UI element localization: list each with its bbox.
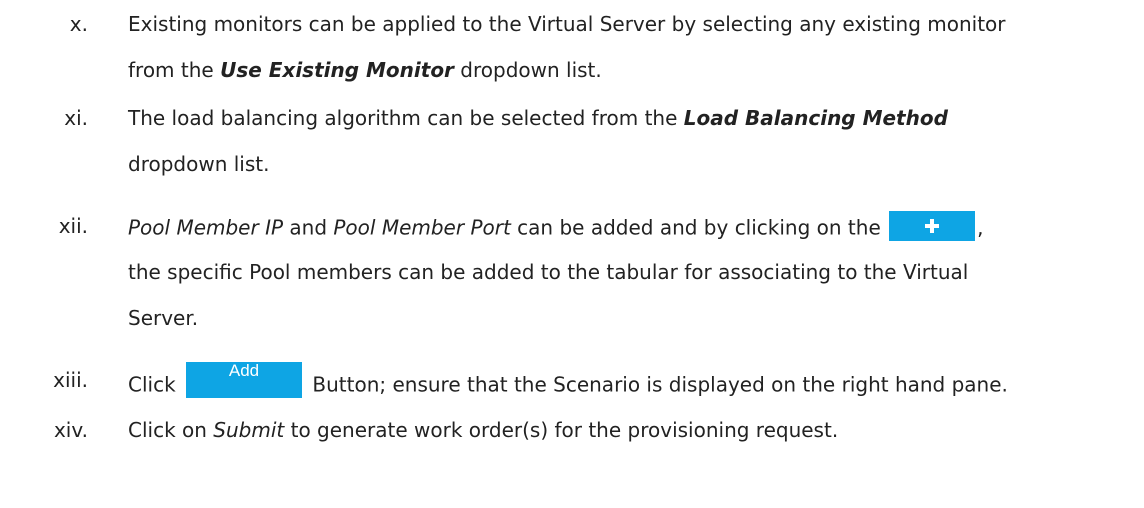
item-text-line: Server. [128,306,198,330]
text-segment: dropdown list. [128,152,270,176]
ui-term-pool-member-port: Pool Member Port [333,215,511,240]
item-text-line: dropdown list. [128,152,269,176]
item-text-line: Existing monitors can be applied to the … [128,12,1006,36]
item-number: xiii. [53,368,88,392]
text-segment: Click on [128,418,214,442]
add-button[interactable]: Add [186,362,303,398]
item-number: xii. [58,214,88,238]
text-segment: Click [128,372,183,397]
item-text-line: Click on Submit to generate work order(s… [128,418,838,442]
text-segment: to generate work order(s) for the provis… [284,418,839,442]
text-segment: Server. [128,306,199,330]
ui-term-load-balancing-method: Load Balancing Method [683,106,948,130]
item-text-line: Pool Member IP and Pool Member Port can … [128,211,984,244]
text-segment: dropdown list. [453,58,602,82]
text-segment: the specific Pool members can be added t… [128,260,969,284]
item-number: x. [69,12,88,36]
item-number: xiv. [53,418,88,442]
item-text-line: The load balancing algorithm can be sele… [128,106,948,130]
text-segment: can be added and by clicking on the [510,215,888,240]
text-segment: from the [128,58,221,82]
ui-term-use-existing-monitor: Use Existing Monitor [220,58,454,82]
text-segment: The load balancing algorithm can be sele… [128,106,684,130]
item-text-line: Click Add Button; ensure that the Scenar… [128,362,1008,404]
text-segment: Existing monitors can be applied to the … [128,12,1006,36]
document-page: x. Existing monitors can be applied to t… [0,0,1144,508]
text-segment: , [977,215,984,240]
add-pool-member-button[interactable] [889,211,976,241]
text-segment: and [283,215,334,240]
item-text-line: from the Use Existing Monitor dropdown l… [128,58,602,82]
ui-term-pool-member-ip: Pool Member IP [128,215,284,240]
item-number: xi. [64,106,88,130]
item-text-line: the specific Pool members can be added t… [128,260,968,284]
text-segment: Button; ensure that the Scenario is disp… [306,372,1008,397]
ui-term-submit: Submit [213,418,285,442]
